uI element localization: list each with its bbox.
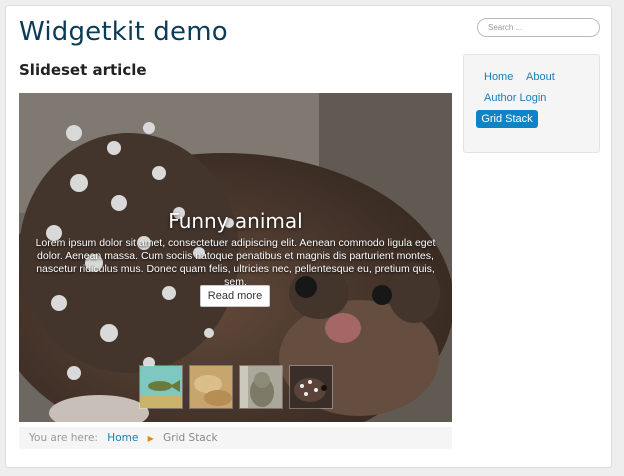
breadcrumb-separator-icon: ▶ xyxy=(147,434,154,443)
slide-thumbnails xyxy=(139,365,333,409)
slide-caption: Funny animal Lorem ipsum dolor sit amet,… xyxy=(19,209,452,289)
menu-item-author-login[interactable]: Author Login xyxy=(484,92,546,104)
page-container: Widgetkit demo Slideset article Funny an… xyxy=(5,5,612,468)
search-input[interactable]: Search ... xyxy=(477,18,600,37)
sidebar-menu: Home About Author Login Grid Stack xyxy=(463,54,600,153)
menu-item-grid-stack[interactable]: Grid Stack xyxy=(476,110,538,128)
breadcrumb-label: You are here: xyxy=(29,432,98,444)
thumbnail-quoll[interactable] xyxy=(289,365,333,409)
thumbnail-animal[interactable] xyxy=(239,365,283,409)
menu-item-about[interactable]: About xyxy=(526,71,555,83)
site-title[interactable]: Widgetkit demo xyxy=(19,17,228,47)
read-more-button[interactable]: Read more xyxy=(200,285,270,307)
breadcrumb-current: Grid Stack xyxy=(163,432,218,444)
slide-heading: Funny animal xyxy=(168,209,303,233)
breadcrumb-home-link[interactable]: Home xyxy=(107,432,138,444)
thumbnail-fish[interactable] xyxy=(139,365,183,409)
slideshow[interactable]: Funny animal Lorem ipsum dolor sit amet,… xyxy=(19,93,452,422)
article-title: Slideset article xyxy=(19,61,147,79)
slide-text: Lorem ipsum dolor sit amet, consectetuer… xyxy=(35,237,436,288)
breadcrumb: You are here: Home ▶ Grid Stack xyxy=(19,427,452,449)
menu-item-home[interactable]: Home xyxy=(484,71,513,83)
thumbnail-sand[interactable] xyxy=(189,365,233,409)
